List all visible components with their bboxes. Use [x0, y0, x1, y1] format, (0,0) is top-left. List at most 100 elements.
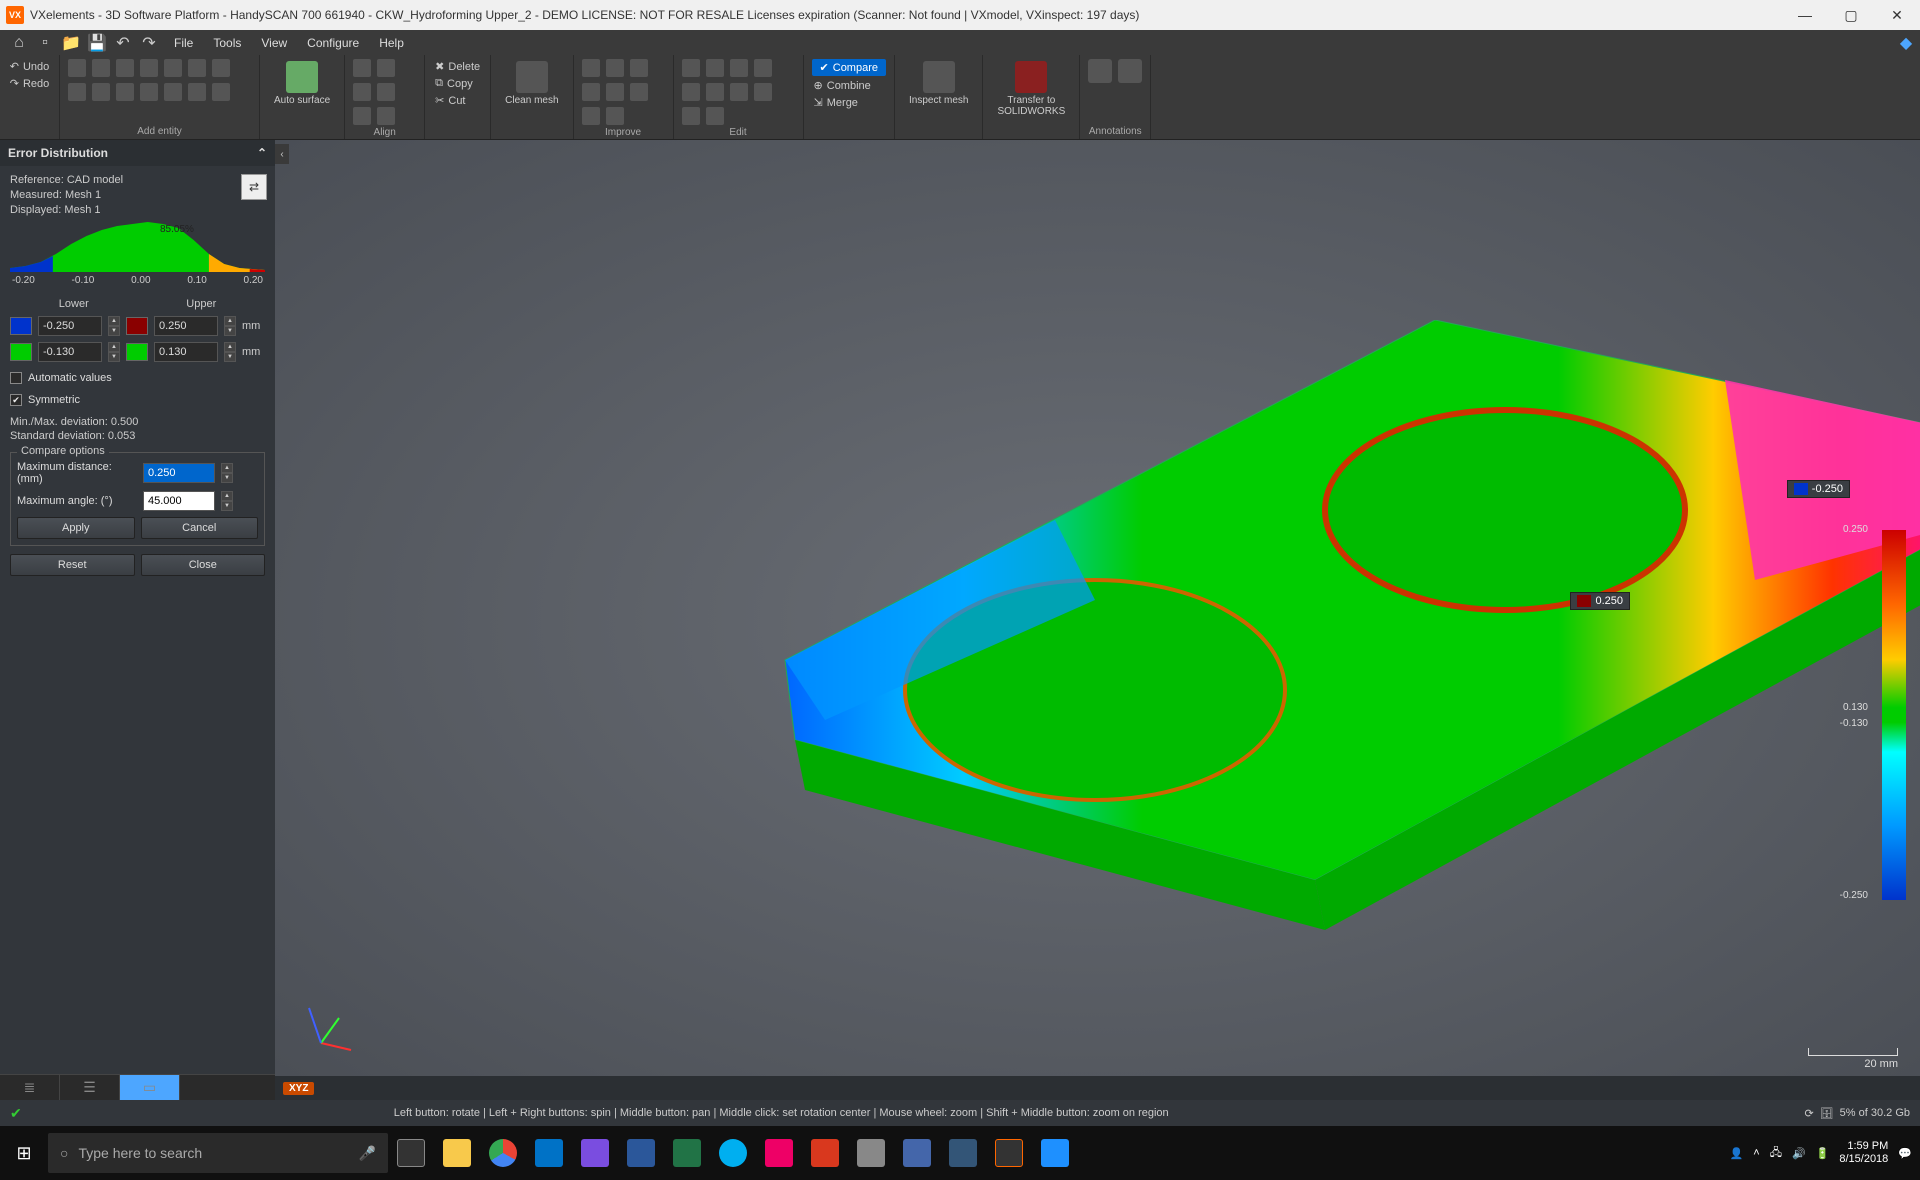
combine-button[interactable]: ⊕Combine	[812, 78, 886, 93]
tb-excel[interactable]	[664, 1126, 710, 1180]
redo-button[interactable]: ↷Redo	[8, 76, 52, 91]
lower-tol-input[interactable]	[38, 342, 102, 362]
upper-tol-swatch[interactable]	[126, 343, 148, 361]
entity-point-icon[interactable]	[212, 59, 230, 77]
edit-2-icon[interactable]	[706, 59, 724, 77]
max-distance-spinner[interactable]: ▲▼	[221, 463, 233, 483]
automatic-values-checkbox[interactable]	[10, 372, 22, 384]
tb-app6[interactable]	[1032, 1126, 1078, 1180]
apply-button[interactable]: Apply	[17, 517, 135, 539]
align-1-icon[interactable]	[353, 59, 371, 77]
entity-cyl-icon[interactable]	[116, 83, 134, 101]
align-2-icon[interactable]	[377, 59, 395, 77]
edit-4-icon[interactable]	[754, 59, 772, 77]
entity-vec-icon[interactable]	[164, 83, 182, 101]
tray-people-icon[interactable]: 👤	[1730, 1147, 1744, 1160]
tb-word[interactable]	[618, 1126, 664, 1180]
align-4-icon[interactable]	[377, 83, 395, 101]
lower-range-input[interactable]	[38, 316, 102, 336]
lower-tol-spinner[interactable]: ▲▼	[108, 342, 120, 362]
axis-gizmo[interactable]	[301, 998, 361, 1058]
entity-slot-icon[interactable]	[188, 59, 206, 77]
edit-8-icon[interactable]	[754, 83, 772, 101]
tb-app5[interactable]	[940, 1126, 986, 1180]
entity-line-icon[interactable]	[68, 59, 86, 77]
tb-outlook[interactable]	[526, 1126, 572, 1180]
taskbar-search[interactable]: ○ Type here to search 🎤	[48, 1133, 388, 1173]
open-icon[interactable]: 📁	[60, 32, 82, 54]
tray-vol-icon[interactable]: 🔊	[1792, 1147, 1806, 1160]
merge-button[interactable]: ⇲Merge	[812, 95, 886, 110]
tb-skype[interactable]	[710, 1126, 756, 1180]
auto-surface-button[interactable]: Auto surface	[268, 59, 336, 108]
side-tab-list[interactable]: ☰	[60, 1075, 120, 1100]
inspect-mesh-button[interactable]: Inspect mesh	[903, 59, 974, 108]
delete-button[interactable]: ✖Delete	[433, 59, 482, 74]
clean-mesh-button[interactable]: Clean mesh	[499, 59, 564, 108]
entity-cone-icon[interactable]	[140, 83, 158, 101]
tb-app1[interactable]	[572, 1126, 618, 1180]
lower-tol-swatch[interactable]	[10, 343, 32, 361]
tray-notifications-icon[interactable]: 💬	[1898, 1147, 1912, 1160]
improve-4-icon[interactable]	[582, 83, 600, 101]
tray-clock[interactable]: 1:59 PM 8/15/2018	[1839, 1140, 1888, 1166]
home-icon[interactable]: ⌂	[8, 32, 30, 54]
menu-configure[interactable]: Configure	[297, 36, 369, 50]
tray-batt-icon[interactable]: 🔋	[1816, 1147, 1830, 1160]
tray-net-icon[interactable]: 🖧	[1770, 1144, 1782, 1163]
callout-negative[interactable]: -0.250	[1787, 480, 1850, 498]
minimize-button[interactable]: —	[1782, 0, 1828, 30]
improve-5-icon[interactable]	[606, 83, 624, 101]
edit-10-icon[interactable]	[706, 107, 724, 125]
menu-tools[interactable]: Tools	[203, 36, 251, 50]
tb-app2[interactable]	[756, 1126, 802, 1180]
entity-surface-icon[interactable]	[212, 83, 230, 101]
improve-8-icon[interactable]	[606, 107, 624, 125]
transfer-solidworks-button[interactable]: Transfer toSOLIDWORKS	[991, 59, 1071, 119]
align-6-icon[interactable]	[377, 107, 395, 125]
entity-sphere-icon[interactable]	[92, 83, 110, 101]
improve-3-icon[interactable]	[630, 59, 648, 77]
edit-5-icon[interactable]	[682, 83, 700, 101]
upper-range-swatch[interactable]	[126, 317, 148, 335]
panel-collapse-icon[interactable]: ⌃	[257, 146, 267, 160]
lower-range-swatch[interactable]	[10, 317, 32, 335]
cut-button[interactable]: ✂Cut	[433, 93, 482, 108]
menu-view[interactable]: View	[251, 36, 297, 50]
max-distance-input[interactable]	[143, 463, 215, 483]
entity-curve-icon[interactable]	[188, 83, 206, 101]
side-tab-colormap[interactable]: ▭	[120, 1075, 180, 1100]
tb-vxelements[interactable]	[986, 1126, 1032, 1180]
max-angle-input[interactable]	[143, 491, 215, 511]
edit-9-icon[interactable]	[682, 107, 700, 125]
undo-button[interactable]: ↶Undo	[8, 59, 52, 74]
improve-1-icon[interactable]	[582, 59, 600, 77]
tb-explorer[interactable]	[434, 1126, 480, 1180]
upper-tol-input[interactable]	[154, 342, 218, 362]
annotation-add-icon[interactable]	[1088, 59, 1112, 83]
edit-6-icon[interactable]	[706, 83, 724, 101]
start-button[interactable]: ⊞	[0, 1126, 48, 1180]
task-view-button[interactable]	[388, 1126, 434, 1180]
refresh-icon[interactable]: ⟳	[1804, 1107, 1813, 1120]
entity-rect-icon[interactable]	[140, 59, 158, 77]
tb-app3[interactable]	[848, 1126, 894, 1180]
reset-button[interactable]: Reset	[10, 554, 135, 576]
copy-button[interactable]: ⧉Copy	[433, 76, 482, 91]
viewport-3d[interactable]: ‹ -0.250 0.250	[275, 140, 1920, 1100]
tray-up-icon[interactable]: ˄	[1753, 1147, 1759, 1159]
improve-2-icon[interactable]	[606, 59, 624, 77]
lower-range-spinner[interactable]: ▲▼	[108, 316, 120, 336]
align-3-icon[interactable]	[353, 83, 371, 101]
menu-help[interactable]: Help	[369, 36, 414, 50]
close-window-button[interactable]: ✕	[1874, 0, 1920, 30]
max-angle-spinner[interactable]: ▲▼	[221, 491, 233, 511]
mic-icon[interactable]: 🎤	[359, 1145, 376, 1162]
annotation-del-icon[interactable]	[1118, 59, 1142, 83]
side-tab-tree[interactable]: ≣	[0, 1075, 60, 1100]
edit-3-icon[interactable]	[730, 59, 748, 77]
edit-7-icon[interactable]	[730, 83, 748, 101]
improve-7-icon[interactable]	[582, 107, 600, 125]
upper-tol-spinner[interactable]: ▲▼	[224, 342, 236, 362]
improve-6-icon[interactable]	[630, 83, 648, 101]
